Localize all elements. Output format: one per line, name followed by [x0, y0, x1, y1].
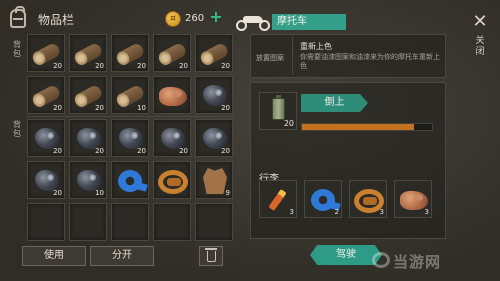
inventory-slot-ore[interactable]: 20 [69, 119, 107, 157]
slot-qty: 9 [225, 189, 230, 197]
ore-icon [203, 128, 227, 149]
inventory-slot-ore[interactable]: 20 [27, 119, 65, 157]
slot-qty: 20 [95, 147, 104, 155]
split-button[interactable]: 分开 [90, 246, 154, 266]
add-coins-button[interactable]: + [209, 9, 223, 25]
paint-qty: 20 [283, 119, 294, 128]
luggage-slot-rope[interactable]: 3 [349, 180, 387, 218]
use-button[interactable]: 使用 [22, 246, 86, 266]
rope-icon [158, 170, 188, 194]
slot-qty: 20 [221, 104, 230, 112]
inventory-slot-rope[interactable] [153, 161, 191, 199]
drive-button[interactable]: 驾驶 [310, 245, 382, 265]
inventory-slot-ore[interactable]: 20 [111, 119, 149, 157]
slot-qty: 20 [53, 189, 62, 197]
slot-qty: 20 [53, 62, 62, 70]
inventory-slot-log[interactable]: 20 [69, 34, 107, 72]
slot-qty: 20 [137, 62, 146, 70]
inventory-slot-log[interactable]: 20 [153, 34, 191, 72]
grid-divider [27, 116, 233, 117]
backpack-icon [10, 6, 26, 28]
slot-qty: 3 [379, 208, 384, 216]
slot-qty: 20 [221, 147, 230, 155]
ore-icon [35, 170, 59, 191]
luggage-slot-flare[interactable]: 3 [259, 180, 297, 218]
slot-qty: 20 [221, 62, 230, 70]
inventory-slot-empty[interactable] [69, 203, 107, 241]
slot-qty: 2 [334, 208, 339, 216]
inventory-slot-hide[interactable]: 9 [195, 161, 233, 199]
inventory-slot-rock[interactable] [153, 76, 191, 114]
slot-qty: 10 [95, 189, 104, 197]
inventory-slot-tape[interactable] [111, 161, 149, 199]
inventory-header: 物品栏 ¤ 260 + [0, 0, 235, 38]
trash-icon [205, 248, 217, 262]
inventory-grid-top: 20 20 20 20 20 20 20 10 20 [27, 34, 233, 114]
ore-icon [77, 128, 101, 149]
ore-icon [119, 128, 143, 149]
inventory-slot-empty[interactable] [27, 203, 65, 241]
motorcycle-icon [236, 13, 270, 31]
slot-qty: 20 [95, 62, 104, 70]
delete-button[interactable] [199, 246, 223, 266]
inventory-slot-log[interactable]: 20 [69, 76, 107, 114]
watermark: 当游网 [393, 253, 442, 271]
slot-qty: 3 [289, 208, 294, 216]
inventory-grid-bottom: 20 20 20 20 20 20 10 9 [27, 119, 233, 241]
inventory-slot-empty[interactable] [111, 203, 149, 241]
inventory-title: 物品栏 [38, 13, 75, 27]
info-divider [292, 37, 293, 75]
inventory-slot-empty[interactable] [153, 203, 191, 241]
slot-qty: 20 [53, 147, 62, 155]
repaint-description: 你需要油漆图案和油漆来为你的摩托车重新上色 [300, 53, 440, 70]
paint-can-icon [272, 95, 285, 120]
rock-icon [159, 87, 187, 106]
luggage-slot-rock[interactable]: 3 [394, 180, 432, 218]
paint-slot[interactable]: 20 [259, 92, 297, 130]
slot-qty: 20 [137, 147, 146, 155]
slot-qty: 20 [95, 104, 104, 112]
ore-icon [203, 85, 227, 106]
ore-icon [77, 170, 101, 191]
section-label-bottom: 背包 [13, 120, 21, 138]
inventory-slot-log[interactable]: 10 [111, 76, 149, 114]
section-label-top: 背包 [13, 40, 21, 58]
slot-qty: 20 [179, 147, 188, 155]
tape-icon [118, 170, 142, 192]
paint-progress-fill [302, 124, 414, 130]
tape-icon [311, 189, 335, 211]
coin-icon: ¤ [165, 11, 181, 27]
inventory-slot-ore[interactable]: 20 [27, 161, 65, 199]
hide-icon [203, 168, 227, 194]
ore-icon [35, 128, 59, 149]
slot-qty: 10 [137, 104, 146, 112]
repaint-name: 重新上色 [300, 42, 332, 51]
inventory-slot-empty[interactable] [195, 203, 233, 241]
pour-button[interactable]: 倒上 [301, 94, 368, 112]
inventory-slot-ore[interactable]: 10 [69, 161, 107, 199]
slot-qty: 3 [424, 208, 429, 216]
slot-qty: 20 [179, 62, 188, 70]
close-label[interactable]: 关闭 [475, 36, 485, 58]
pattern-slot-label: 放置图案 [256, 54, 284, 62]
close-icon[interactable]: ✕ [471, 13, 489, 31]
flare-icon [268, 188, 287, 212]
inventory-slot-log[interactable]: 20 [27, 34, 65, 72]
slot-qty: 20 [53, 104, 62, 112]
watermark-logo [372, 252, 390, 268]
ore-icon [161, 128, 185, 149]
paint-progress-bar [301, 123, 433, 131]
inventory-slot-log[interactable]: 20 [195, 34, 233, 72]
inventory-slot-ore[interactable]: 20 [195, 119, 233, 157]
inventory-slot-log[interactable]: 20 [111, 34, 149, 72]
inventory-slot-log[interactable]: 20 [27, 76, 65, 114]
inventory-slot-ore[interactable]: 20 [195, 76, 233, 114]
inventory-slot-ore[interactable]: 20 [153, 119, 191, 157]
luggage-slot-tape[interactable]: 2 [304, 180, 342, 218]
coin-count: 260 [185, 13, 205, 24]
vehicle-title: 摩托车 [272, 14, 346, 30]
